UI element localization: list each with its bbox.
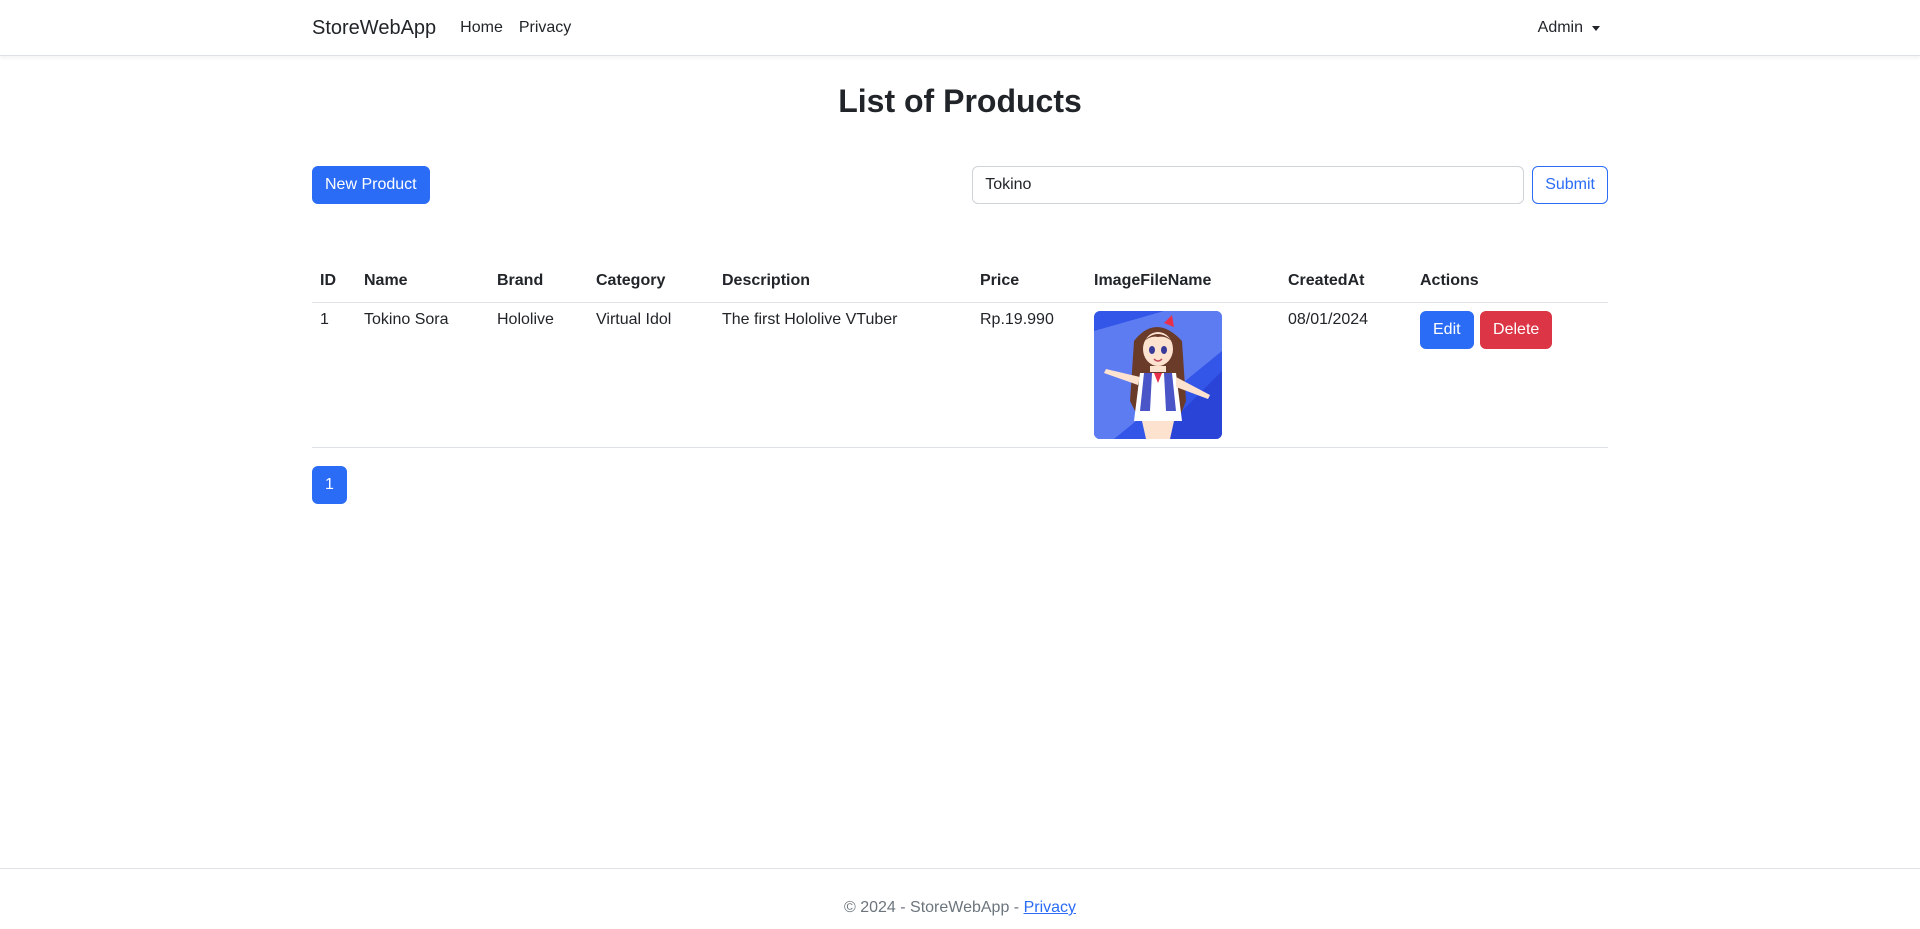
col-category-header: Category [588, 261, 714, 303]
products-table: ID Name Brand Category Description Price… [312, 261, 1608, 448]
main-content: List of Products New Product Submit ID N… [312, 76, 1608, 504]
cell-created: 08/01/2024 [1280, 302, 1412, 448]
admin-dropdown-label: Admin [1537, 19, 1583, 36]
new-product-button[interactable]: New Product [312, 166, 430, 204]
page-button-1[interactable]: 1 [312, 465, 347, 504]
col-price-header: Price [972, 261, 1086, 303]
page-title: List of Products [838, 83, 1082, 119]
nav-link-home[interactable]: Home [460, 19, 503, 37]
navbar-inner: StoreWebApp Home Privacy Admin [312, 0, 1608, 56]
cell-name: Tokino Sora [356, 302, 489, 448]
cell-image [1086, 302, 1280, 448]
col-name-header: Name [356, 261, 489, 303]
footer-privacy-link[interactable]: Privacy [1024, 899, 1076, 916]
cell-actions: Edit Delete [1412, 302, 1608, 448]
col-actions-header: Actions [1412, 261, 1608, 303]
col-created-header: CreatedAt [1280, 261, 1412, 303]
footer: © 2024 - StoreWebApp - Privacy [0, 868, 1920, 929]
brand-link[interactable]: StoreWebApp [312, 17, 436, 40]
cell-brand: Hololive [489, 302, 588, 448]
search-form: Submit [972, 166, 1608, 204]
pagination: 1 [312, 465, 1608, 504]
table-header-row: ID Name Brand Category Description Price… [312, 261, 1608, 303]
submit-button[interactable]: Submit [1532, 166, 1608, 204]
product-thumbnail-image [1094, 310, 1222, 439]
table-row: 1 Tokino Sora Hololive Virtual Idol The … [312, 302, 1608, 448]
top-navbar: StoreWebApp Home Privacy Admin [0, 0, 1920, 56]
caret-down-icon [1592, 25, 1600, 31]
nav-link-privacy[interactable]: Privacy [519, 19, 571, 37]
search-input[interactable] [972, 166, 1525, 204]
cell-category: Virtual Idol [588, 302, 714, 448]
col-brand-header: Brand [489, 261, 588, 303]
col-id-header: ID [312, 261, 356, 303]
cell-price: Rp.19.990 [972, 302, 1086, 448]
toolbar: New Product Submit [312, 166, 1608, 206]
delete-button[interactable]: Delete [1480, 310, 1553, 349]
col-description-header: Description [714, 261, 972, 303]
col-image-header: ImageFileName [1086, 261, 1280, 303]
footer-copyright: © 2024 - StoreWebApp - [843, 899, 1024, 916]
cell-id: 1 [312, 302, 356, 448]
cell-description: The first Hololive VTuber [714, 302, 972, 448]
admin-dropdown[interactable]: Admin [1538, 0, 1600, 56]
edit-button[interactable]: Edit [1420, 310, 1474, 349]
